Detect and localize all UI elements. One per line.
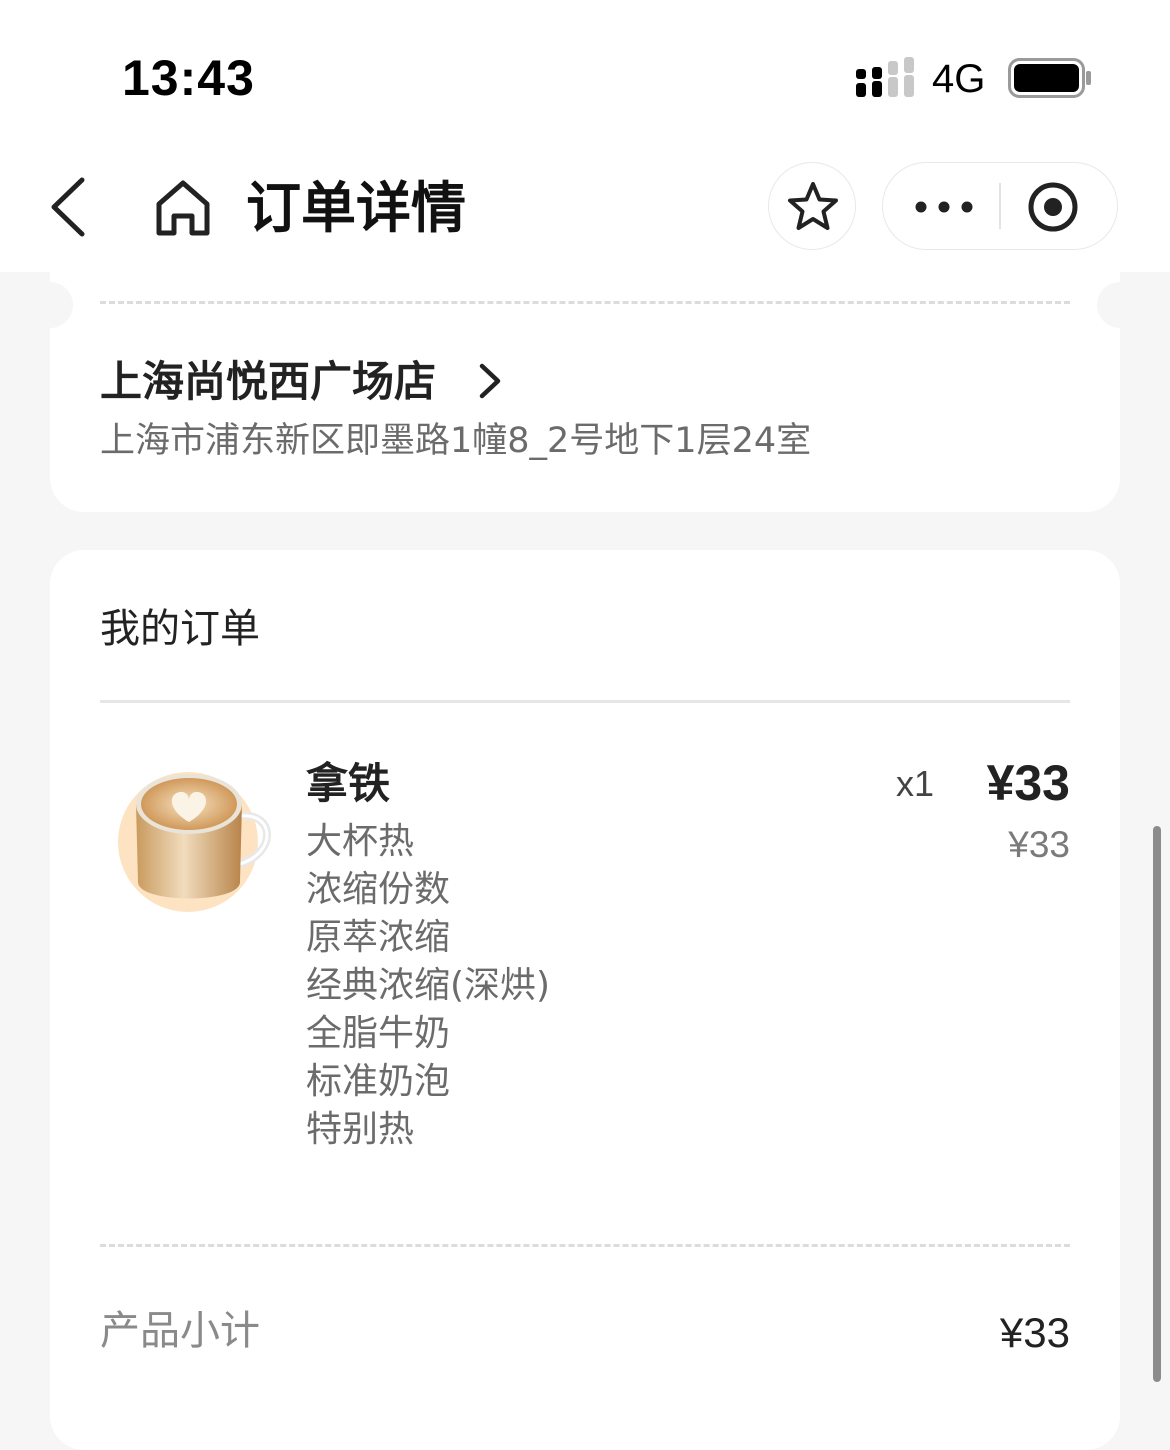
status-time: 13:43: [122, 50, 255, 106]
card-notch-left: [27, 282, 73, 328]
scrollbar[interactable]: [1153, 826, 1161, 1382]
store-address: 上海市浦东新区即墨路1幢8_2号地下1层24室: [100, 421, 812, 461]
product-option: 特别热: [306, 1109, 415, 1150]
chevron-right-icon[interactable]: [474, 362, 504, 400]
dashed-divider: [100, 301, 1070, 304]
close-target-icon[interactable]: [1027, 181, 1079, 233]
product-quantity: x1: [896, 763, 935, 804]
product-option: 全脂牛奶: [306, 1013, 451, 1054]
signal-icon: [856, 57, 914, 97]
product-option: 标准奶泡: [306, 1061, 451, 1102]
top-bar: 13:43 4G 订单详情: [0, 0, 1170, 272]
home-icon[interactable]: [154, 178, 212, 238]
product-original-price: ¥33: [1008, 824, 1070, 865]
subtotal-label: 产品小计: [100, 1308, 260, 1354]
page-title: 订单详情: [246, 176, 467, 240]
product-name: 拿铁: [306, 759, 391, 808]
store-name[interactable]: 上海尚悦西广场店: [100, 354, 436, 410]
latte-cup-icon: [118, 772, 271, 912]
product-option: 经典浓缩(深烘): [306, 965, 551, 1006]
subtotal-value: ¥33: [999, 1309, 1070, 1356]
miniprogram-capsule: [882, 162, 1118, 250]
product-option: 原萃浓缩: [306, 917, 451, 958]
more-dots-icon[interactable]: [911, 193, 977, 221]
order-section-title: 我的订单: [100, 606, 260, 652]
star-icon: [788, 182, 838, 230]
capsule-divider: [999, 183, 1001, 229]
product-price: ¥33: [986, 755, 1070, 811]
back-arrow-icon[interactable]: [44, 174, 92, 240]
card-notch-right: [1097, 282, 1143, 328]
favorite-button[interactable]: [768, 162, 856, 250]
store-card: 上海尚悦西广场店 上海市浦东新区即墨路1幢8_2号地下1层24室: [27, 272, 1143, 512]
battery-icon: [1008, 58, 1091, 98]
order-divider: [100, 700, 1070, 703]
network-type: 4G: [932, 57, 986, 101]
product-option: 浓缩份数: [306, 869, 451, 910]
product-option: 大杯热: [306, 821, 415, 862]
product-options: 大杯热 浓缩份数 原萃浓缩 经典浓缩(深烘) 全脂牛奶 标准奶泡 特别热: [306, 818, 550, 1154]
dashed-divider: [100, 1244, 1070, 1247]
order-card: 我的订单 拿铁 x1 ¥33 ¥33 大杯热 浓缩份数 原萃浓缩 经典浓缩(深烘…: [50, 550, 1120, 1450]
